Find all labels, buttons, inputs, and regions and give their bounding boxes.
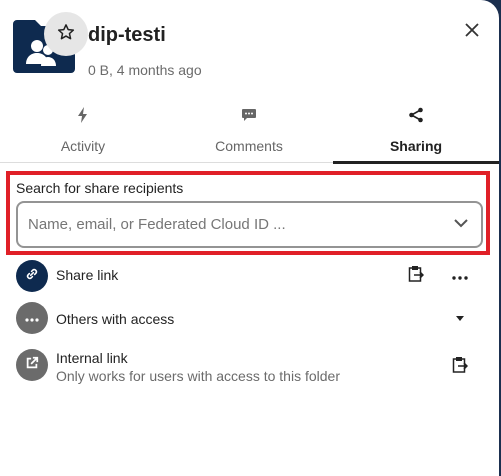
tab-sharing[interactable]: Sharing [333,100,499,162]
tab-label: Sharing [389,138,443,154]
clipboard-icon [408,265,425,288]
external-link-icon [25,356,39,375]
file-meta: 0 B, 4 months ago [88,62,202,78]
file-name: dip-testi [88,24,166,46]
active-tab-indicator [333,161,499,164]
others-avatar [16,302,48,334]
sidebar-panel: dip-testi 0 B, 4 months ago Activity Com… [0,0,499,476]
sidebar-tabs: Activity Comments Sharing [0,100,499,164]
tab-comments[interactable]: Comments [166,100,332,162]
tab-label: Comments [215,138,283,154]
close-button[interactable] [460,20,484,44]
internal-link-title: Internal link [56,350,128,366]
internal-link-row: Internal link Only works for users with … [0,346,499,390]
tab-label: Activity [60,138,106,154]
activity-icon [77,107,89,127]
comments-icon [241,107,257,127]
share-link-title: Share link [56,267,119,283]
share-link-row: Share link [0,258,499,294]
share-icon [408,107,424,127]
copy-internal-link-button[interactable] [448,355,472,379]
search-placeholder: Name, email, or Federated Cloud ID ... [28,216,286,233]
chevron-down-icon[interactable] [453,215,469,235]
search-label: Search for share recipients [16,180,184,196]
star-icon [57,23,75,46]
share-link-menu-button[interactable] [448,264,472,288]
more-horizontal-icon [452,267,468,285]
link-avatar [16,260,48,292]
copy-link-button[interactable] [404,264,428,288]
search-input[interactable]: Name, email, or Federated Cloud ID ... [16,201,483,248]
favorite-button[interactable] [44,12,88,56]
more-horizontal-icon [25,309,39,327]
internal-link-avatar [16,349,48,381]
expand-others-button[interactable] [448,306,472,330]
file-header: dip-testi 0 B, 4 months ago [0,0,499,100]
caret-down-icon [455,309,465,327]
link-icon [25,267,39,286]
others-title: Others with access [56,311,175,327]
others-with-access-row[interactable]: Others with access [0,302,499,338]
tab-activity[interactable]: Activity [0,100,166,162]
internal-link-subtitle: Only works for users with access to this… [56,368,340,384]
clipboard-icon [452,356,469,379]
close-icon [465,22,479,42]
